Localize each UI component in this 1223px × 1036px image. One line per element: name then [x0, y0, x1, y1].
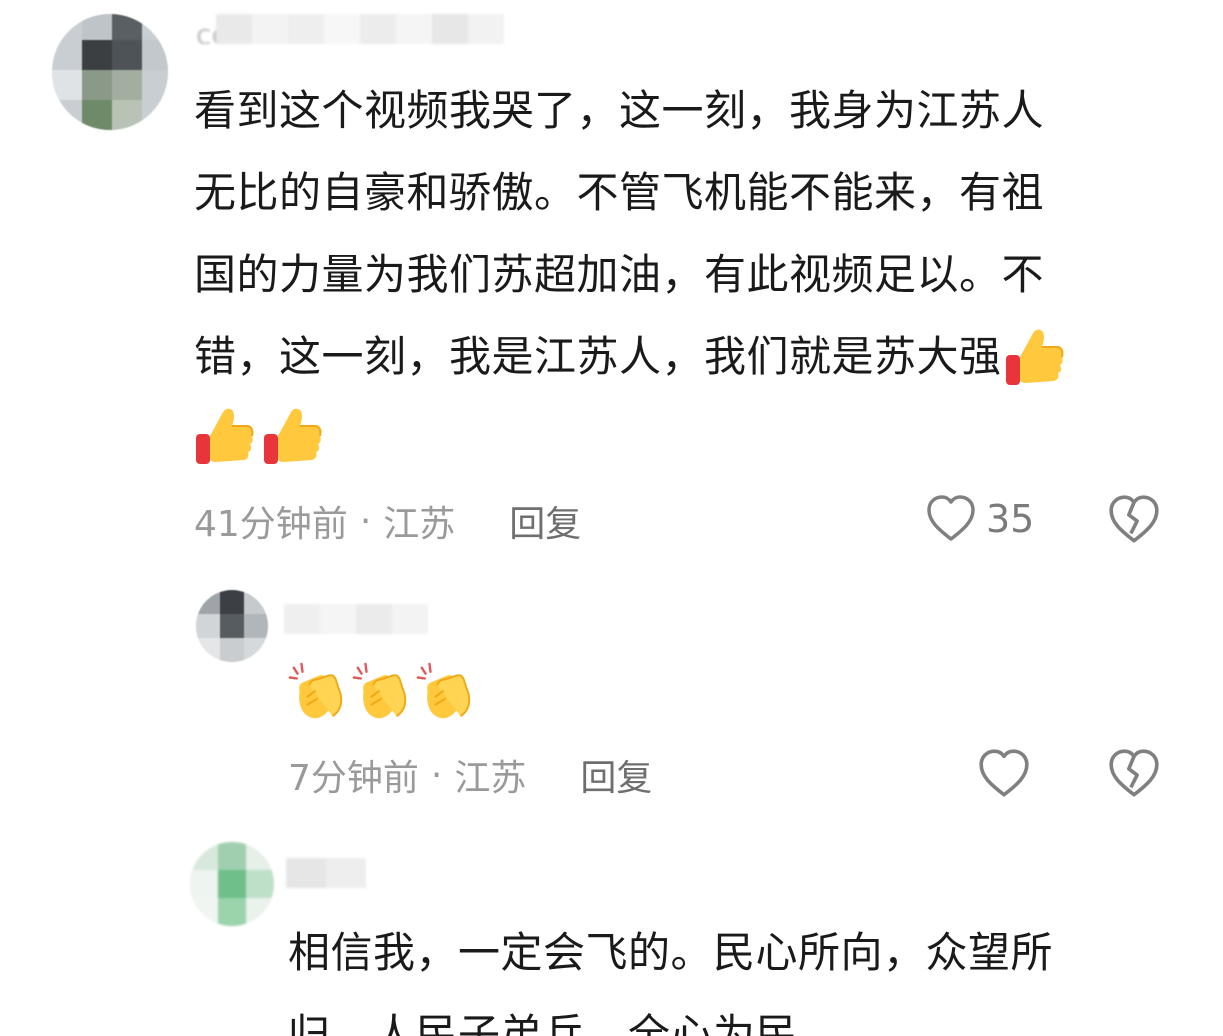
emoji-line	[286, 662, 476, 724]
comment-line: 国的力量为我们苏超加油，有此视频足以。不	[194, 250, 1045, 299]
timestamp: 41分钟前	[194, 504, 348, 545]
separator-dot: ·	[359, 500, 372, 542]
emoji-line	[192, 404, 324, 468]
comment-line: 错，这一刻，我是江苏人，我们就是苏大强	[194, 316, 1204, 398]
reply-button[interactable]: 回复	[509, 495, 581, 547]
dislike-broken-heart-icon[interactable]	[1106, 492, 1162, 548]
heart-icon	[927, 495, 975, 541]
reply-button[interactable]: 回复	[580, 749, 652, 801]
heart-icon[interactable]	[976, 746, 1032, 802]
clapping-hands-icon	[352, 662, 407, 719]
comment-text: 相信我，一定会飞的。民心所向，众望所 归，人民子弟兵，全心为民	[288, 912, 1188, 1036]
dislike-broken-heart-icon[interactable]	[1106, 746, 1162, 802]
clapping-hands-icon	[288, 662, 343, 719]
like-button[interactable]: 35	[924, 492, 1034, 546]
comment-line: 无比的自豪和骄傲。不管飞机能不能来，有祖	[194, 168, 1045, 217]
comment-line: 看到这个视频我哭了，这一刻，我身为江苏人	[194, 86, 1045, 135]
timestamp: 7分钟前	[288, 758, 419, 799]
comment-line: 相信我，一定会飞的。民心所向，众望所	[288, 928, 1054, 977]
comment-list: cc 看到这个视频我哭了，这一刻，我身为江苏人 无比的自豪和骄傲。不管飞机能不能…	[0, 0, 1223, 1036]
avatar[interactable]	[196, 590, 268, 662]
comment-text: 看到这个视频我哭了，这一刻，我身为江苏人 无比的自豪和骄傲。不管飞机能不能来，有…	[194, 70, 1204, 398]
thumbs-up-icon	[264, 408, 322, 464]
location: 江苏	[454, 758, 527, 799]
thumbs-up-icon	[196, 408, 254, 464]
avatar[interactable]	[190, 842, 274, 926]
comment-meta: 41分钟前 · 江苏 回复	[194, 496, 581, 546]
username[interactable]	[286, 858, 386, 888]
like-count: 35	[986, 497, 1035, 541]
avatar[interactable]	[52, 14, 168, 130]
comment-line: 归，人民子弟兵，全心为民	[288, 1010, 799, 1036]
comment-meta: 7分钟前 · 江苏 回复	[288, 750, 652, 800]
username[interactable]	[284, 604, 484, 634]
username[interactable]: cc	[196, 14, 526, 44]
separator-dot: ·	[430, 754, 443, 796]
clapping-hands-icon	[416, 662, 471, 719]
location: 江苏	[383, 504, 456, 545]
thumbs-up-icon	[1005, 329, 1064, 385]
